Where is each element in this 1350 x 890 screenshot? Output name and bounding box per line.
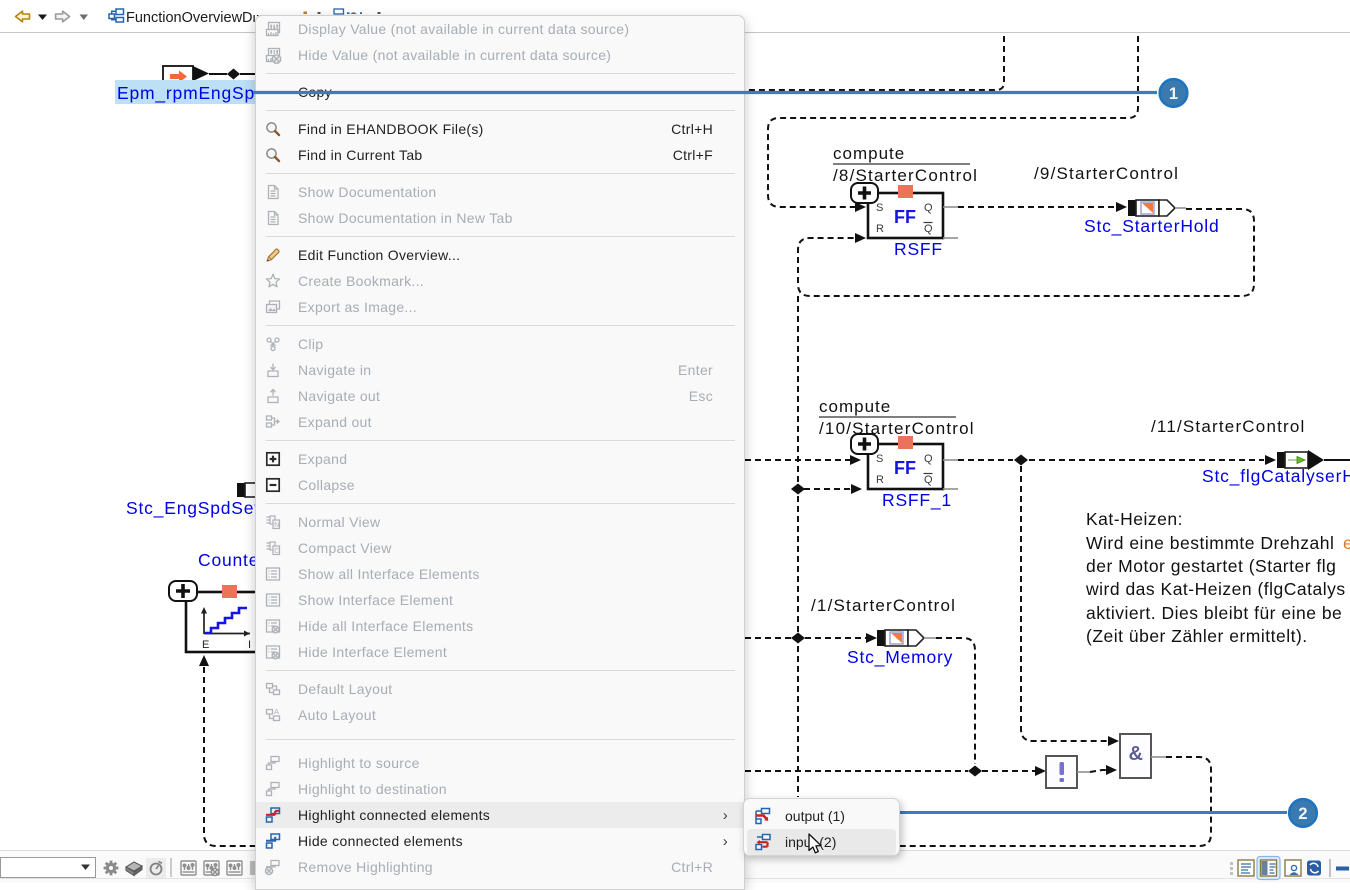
svg-text:Q: Q — [924, 223, 933, 235]
svg-text:Q: Q — [924, 474, 933, 486]
svg-text:Wird eine bestimmte Drehzahl: Wird eine bestimmte Drehzahl — [1086, 533, 1334, 553]
svg-text:R: R — [876, 223, 884, 235]
svg-text:der Motor gestartet (Starter f: der Motor gestartet (Starter flg — [1086, 556, 1336, 576]
svg-text:E: E — [202, 639, 209, 651]
svg-text:Stc_StarterHold: Stc_StarterHold — [1084, 216, 1220, 237]
svg-text:RSFF_1: RSFF_1 — [882, 490, 952, 511]
svg-text:S: S — [876, 453, 883, 465]
svg-text:/1/StarterControl: /1/StarterControl — [811, 596, 956, 615]
svg-text:FF: FF — [894, 458, 916, 478]
svg-text:Stc_EngSpdSet: Stc_EngSpdSet — [126, 498, 260, 519]
svg-text:aktiviert. Dies bleibt für ein: aktiviert. Dies bleibt für eine be — [1086, 603, 1342, 623]
svg-text:R: R — [876, 474, 884, 486]
svg-text:(Zeit über Zähler ermittelt).: (Zeit über Zähler ermittelt). — [1086, 626, 1308, 646]
svg-text:/11/StarterControl: /11/StarterControl — [1151, 417, 1306, 436]
svg-text:S: S — [876, 202, 883, 214]
svg-text:FF: FF — [894, 207, 916, 227]
svg-text:Stc_flgCatalyserHo: Stc_flgCatalyserHo — [1202, 466, 1350, 487]
svg-text:er: er — [1343, 533, 1350, 553]
svg-text:/8/StarterControl: /8/StarterControl — [833, 166, 978, 185]
svg-text:Kat-Heizen:: Kat-Heizen: — [1086, 509, 1183, 529]
svg-text:RSFF: RSFF — [894, 239, 943, 259]
svg-text:Stc_Memory: Stc_Memory — [847, 647, 953, 668]
svg-text:&: & — [1129, 743, 1143, 765]
svg-text:Q: Q — [924, 453, 933, 465]
svg-text:2: 2 — [1298, 805, 1307, 823]
svg-text:Q: Q — [924, 202, 933, 214]
svg-text:C: C — [274, 548, 279, 555]
svg-text:compute: compute — [819, 397, 891, 416]
svg-text:/10/StarterControl: /10/StarterControl — [819, 419, 975, 438]
svg-text:compute: compute — [833, 144, 905, 163]
svg-text:/9/StarterControl: /9/StarterControl — [1034, 164, 1179, 183]
svg-text:I: I — [248, 639, 251, 651]
svg-text:N: N — [274, 522, 279, 529]
svg-text:A: A — [274, 707, 279, 716]
svg-text:Epm_rpmEngSpd: Epm_rpmEngSpd — [117, 83, 266, 104]
svg-text:wird das Kat-Heizen (flgCataly: wird das Kat-Heizen (flgCatalys — [1085, 579, 1346, 599]
